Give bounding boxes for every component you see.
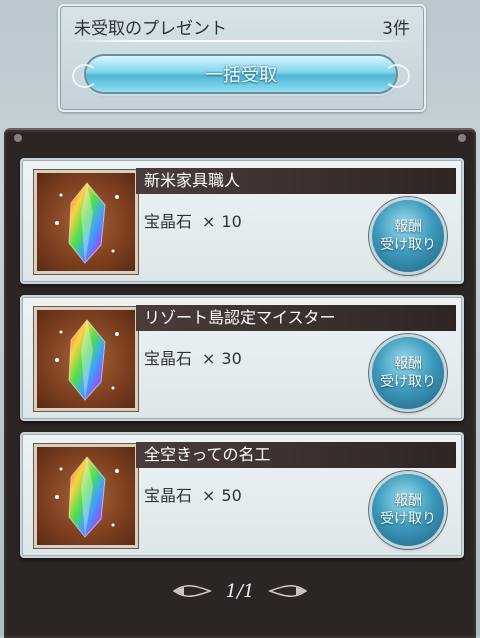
- claim-reward-button[interactable]: 報酬 受け取り: [372, 474, 444, 546]
- item-quantity: 10: [221, 212, 242, 231]
- gift-card: リゾート島認定マイスター 宝晶石 × 30 報酬 受け取り: [20, 295, 464, 421]
- item-times: ×: [202, 212, 216, 231]
- gift-item: 宝晶石 × 10: [144, 208, 242, 232]
- next-page-icon[interactable]: [268, 584, 308, 598]
- claim-label-2: 受け取り: [380, 237, 436, 253]
- gift-name: リゾート島認定マイスター: [136, 305, 456, 331]
- gift-item: 宝晶石 × 50: [144, 482, 242, 506]
- page-indicator: 1/1: [225, 580, 255, 602]
- present-header: 未受取のプレゼント 3件 一括受取: [58, 4, 426, 112]
- item-name: 宝晶石: [144, 212, 193, 231]
- header-divider: [70, 40, 414, 42]
- item-times: ×: [202, 349, 216, 368]
- panel-stud: [458, 134, 466, 142]
- item-name: 宝晶石: [144, 486, 193, 505]
- claim-label-2: 受け取り: [380, 511, 436, 527]
- claim-label-2: 受け取り: [380, 374, 436, 390]
- gift-item: 宝晶石 × 30: [144, 345, 242, 369]
- bulk-receive-button[interactable]: 一括受取: [72, 56, 410, 92]
- bulk-receive-label: 一括受取: [205, 65, 277, 86]
- rainbow-crystal-icon: [34, 307, 138, 411]
- item-quantity: 50: [221, 486, 242, 505]
- header-title: 未受取のプレゼント: [74, 19, 227, 39]
- claim-reward-button[interactable]: 報酬 受け取り: [372, 337, 444, 409]
- prev-page-icon[interactable]: [172, 584, 212, 598]
- claim-label-1: 報酬: [394, 493, 422, 509]
- gift-card: 新米家具職人 宝晶石 × 10 報酬 受け取り: [20, 158, 464, 284]
- rainbow-crystal-icon: [34, 444, 138, 548]
- item-times: ×: [202, 486, 216, 505]
- gift-card: 全空きっての名工 宝晶石 × 50 報酬 受け取り: [20, 432, 464, 558]
- rainbow-crystal-icon: [34, 170, 138, 274]
- pagination: 1/1: [0, 578, 480, 604]
- claim-label-1: 報酬: [394, 219, 422, 235]
- claim-label-1: 報酬: [394, 356, 422, 372]
- gift-name: 新米家具職人: [136, 168, 456, 194]
- gift-name: 全空きっての名工: [136, 442, 456, 468]
- item-name: 宝晶石: [144, 349, 193, 368]
- gift-count: 3件: [382, 19, 410, 39]
- gift-list-panel: 新米家具職人 宝晶石 × 10 報酬 受け取り リゾート島認定マイスター 宝晶石…: [4, 128, 476, 638]
- item-quantity: 30: [221, 349, 242, 368]
- claim-reward-button[interactable]: 報酬 受け取り: [372, 200, 444, 272]
- panel-stud: [14, 134, 22, 142]
